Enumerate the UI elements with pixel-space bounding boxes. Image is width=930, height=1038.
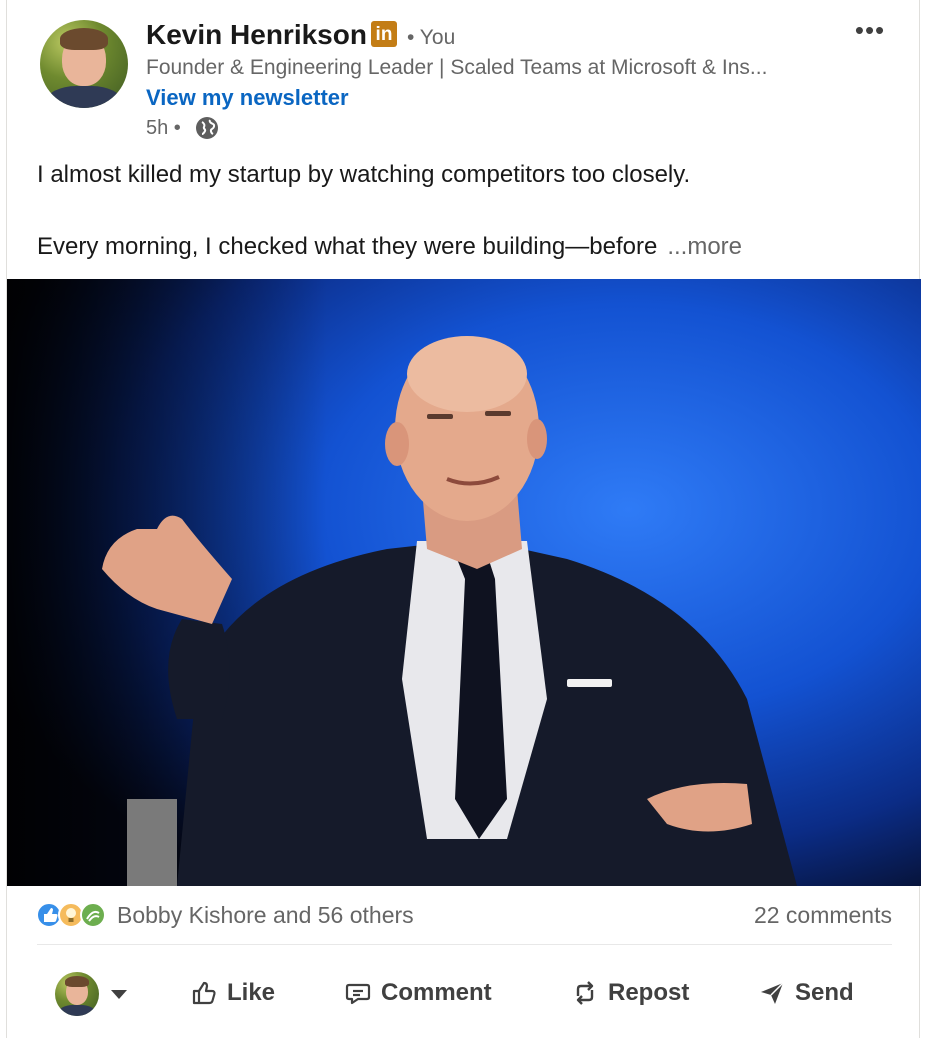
- linkedin-premium-badge-icon: in: [371, 21, 397, 47]
- author-relation: • You: [407, 26, 456, 49]
- view-newsletter-link[interactable]: View my newsletter: [146, 85, 349, 111]
- comment-button[interactable]: Comment: [345, 968, 492, 1018]
- like-icon: [37, 902, 62, 928]
- celebrate-icon: [80, 902, 106, 928]
- post-time: 5h •: [146, 117, 181, 139]
- see-more-link[interactable]: ...more: [667, 233, 742, 260]
- repost-label: Repost: [608, 979, 690, 1006]
- post-image[interactable]: [7, 279, 921, 886]
- like-button[interactable]: Like: [191, 968, 275, 1018]
- thumbs-up-icon: [192, 981, 216, 1005]
- post-text-line: Every morning, I checked what they were …: [37, 233, 742, 261]
- like-label: Like: [227, 979, 276, 1006]
- author-headline: Founder & Engineering Leader | Scaled Te…: [146, 56, 768, 79]
- send-label: Send: [795, 979, 854, 1006]
- post-text-content: Every morning, I checked what they were …: [37, 233, 658, 260]
- comments-count[interactable]: 22 comments: [754, 902, 892, 929]
- author-avatar[interactable]: [40, 20, 128, 108]
- send-button[interactable]: Send: [759, 968, 854, 1018]
- comment-label: Comment: [381, 979, 492, 1006]
- reacting-as-avatar[interactable]: [55, 972, 99, 1016]
- globe-icon: [196, 117, 218, 139]
- action-bar: Like Comment Repost Send: [7, 958, 921, 1028]
- post-options-menu[interactable]: •••: [853, 17, 887, 48]
- post-text-line: I almost killed my startup by watching c…: [37, 161, 691, 188]
- author-name[interactable]: Kevin Henrikson: [146, 19, 367, 51]
- divider: [37, 944, 892, 945]
- send-icon: [761, 982, 784, 1004]
- repost-button[interactable]: Repost: [572, 968, 689, 1018]
- comment-icon: [345, 983, 371, 1005]
- post-card: Kevin Henrikson in • You Founder & Engin…: [6, 0, 921, 1038]
- reaction-icons[interactable]: [37, 901, 109, 929]
- chevron-down-icon[interactable]: [111, 990, 127, 999]
- reactions-summary[interactable]: Bobby Kishore and 56 others: [117, 902, 414, 929]
- social-counts: Bobby Kishore and 56 others 22 comments: [37, 901, 892, 931]
- insightful-icon: [58, 902, 84, 928]
- repost-icon: [576, 981, 594, 1005]
